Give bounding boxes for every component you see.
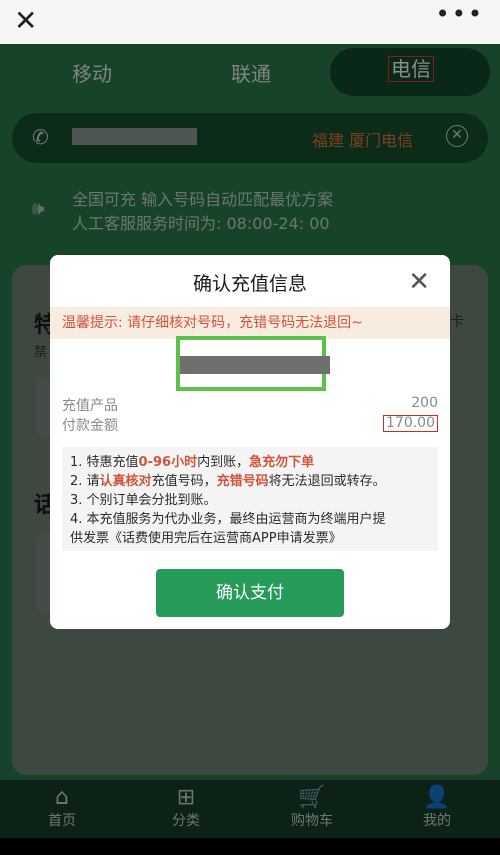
browser-topbar: ✕ ••• [0,0,500,44]
more-icon[interactable]: ••• [436,2,484,26]
product-value: 200 [411,395,438,411]
confirm-recharge-modal: 确认充值信息 ✕ 温馨提示: 请仔细核对号码，充错号码无法退回~ 充值产品 20… [50,255,450,629]
rule-3: 3. 个别订单会分批到账。 [70,493,217,508]
rule-1: 1. 特惠充值0-96小时内到账，急充勿下单 [70,455,315,470]
phone-number-highlight [176,336,330,391]
rule-4-cont: 供发票《话费使用完后在运营商APP申请发票》 [70,531,342,546]
rule-2: 2. 请认真核对充值号码，充错号码将无法退回或转存。 [70,474,386,489]
phone-number-redacted [180,356,330,374]
product-label: 充值产品 [62,398,118,414]
confirm-pay-button[interactable]: 确认支付 [156,569,344,617]
amount-row: 付款金额 170.00 [62,415,438,435]
amount-value: 170.00 [383,415,438,432]
close-icon[interactable]: ✕ [408,269,430,295]
warning-banner: 温馨提示: 请仔细核对号码，充错号码无法退回~ [50,307,450,339]
close-icon[interactable]: ✕ [14,6,37,36]
product-row: 充值产品 200 [62,395,438,415]
modal-title: 确认充值信息 [192,273,307,295]
amount-label: 付款金额 [62,418,118,434]
rules-box: 1. 特惠充值0-96小时内到账，急充勿下单 2. 请认真核对充值号码，充错号码… [62,447,438,551]
rule-4: 4. 本充值服务为代办业务，最终由运营商为终端用户提 [70,512,386,527]
